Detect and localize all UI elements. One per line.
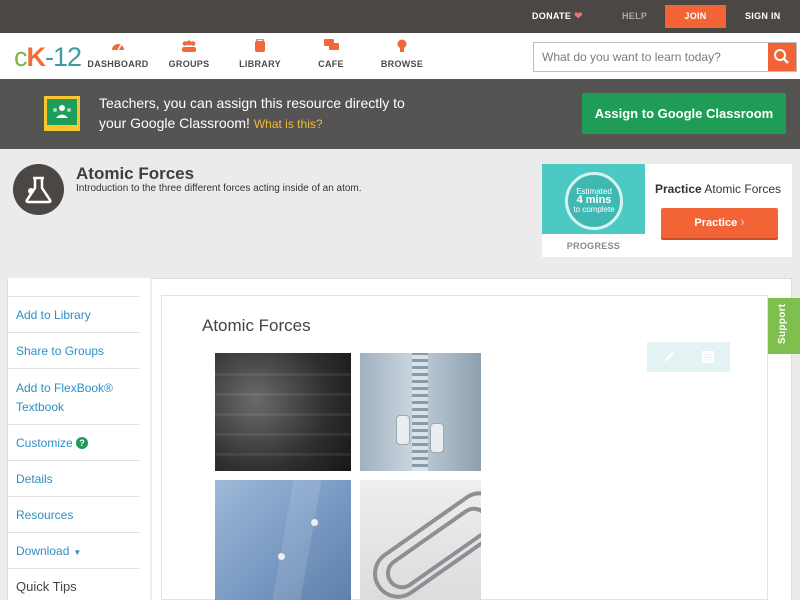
sidebar-item-download[interactable]: Download ▼: [8, 532, 139, 568]
logo-k: K: [26, 42, 46, 72]
logo-number: -12: [45, 42, 82, 72]
nav-groups-label: GROUPS: [168, 59, 210, 69]
classroom-message-line1: Teachers, you can assign this resource d…: [99, 95, 405, 111]
sidebar-item-share-to-groups[interactable]: Share to Groups: [8, 332, 139, 368]
nav-browse[interactable]: BROWSE: [367, 39, 437, 69]
sign-in-link[interactable]: SIGN IN: [745, 0, 781, 33]
support-tab[interactable]: Support: [768, 298, 800, 354]
chevron-right-icon: ›: [740, 214, 745, 229]
groups-icon: [154, 39, 224, 57]
donate-link[interactable]: DONATE ❤: [532, 0, 583, 33]
flexbook-label: Add to FlexBook®: [16, 381, 113, 395]
shirt-button-image: [215, 480, 351, 600]
practice-button-label: Practice: [694, 217, 738, 229]
sidebar-item-resources[interactable]: Resources: [8, 496, 139, 532]
help-link[interactable]: HELP: [622, 0, 647, 33]
page-subtitle: Introduction to the three different forc…: [76, 183, 362, 194]
download-label: Download: [16, 544, 70, 558]
search-box: [533, 42, 797, 72]
content-title: Atomic Forces: [202, 316, 311, 335]
classroom-message: Teachers, you can assign this resource d…: [99, 93, 559, 134]
progress-label: PROGRESS: [566, 241, 621, 251]
nav-library-label: LIBRARY: [239, 59, 281, 69]
nav-dashboard[interactable]: DASHBOARD: [83, 39, 153, 69]
zipper-image: [360, 353, 481, 471]
practice-title: Practice Atomic Forces: [655, 182, 781, 196]
notes-icon[interactable]: [700, 349, 716, 365]
nav-cafe-label: CAFE: [318, 59, 344, 69]
dashboard-icon: [83, 39, 153, 57]
what-is-this-link[interactable]: What is this?: [254, 117, 323, 131]
flask-icon: [13, 164, 64, 215]
sidebar-item-customize[interactable]: Customize ?: [8, 424, 139, 460]
practice-title-rest: Atomic Forces: [701, 182, 782, 196]
help-icon[interactable]: ?: [76, 437, 89, 449]
sidebar-divider: [150, 278, 152, 600]
nav-cafe[interactable]: CAFE: [296, 39, 366, 69]
estimate-badge: Estimated 4 mins to complete: [565, 172, 623, 230]
estimate-complete: to complete: [573, 205, 615, 214]
nav-groups[interactable]: GROUPS: [154, 39, 224, 69]
ck12-logo[interactable]: cK-12: [14, 42, 82, 73]
paper-clip-image: [360, 480, 481, 600]
nav-dashboard-label: DASHBOARD: [87, 59, 149, 69]
google-classroom-icon: [44, 96, 80, 131]
classroom-message-line2: your Google Classroom!: [99, 115, 250, 131]
join-button[interactable]: JOIN: [665, 5, 726, 28]
caret-down-icon: ▼: [73, 548, 82, 557]
velcro-image: [215, 353, 351, 471]
page-title: Atomic Forces: [76, 164, 195, 183]
cafe-icon: [296, 39, 366, 57]
sidebar-item-add-to-library[interactable]: Add to Library: [8, 296, 139, 332]
sidebar-item-details[interactable]: Details: [8, 460, 139, 496]
nav-library[interactable]: LIBRARY: [225, 38, 295, 69]
browse-icon: [367, 39, 437, 57]
top-utility-bar: DONATE ❤ HELP JOIN SIGN IN: [0, 0, 800, 33]
search-input[interactable]: [534, 43, 769, 71]
pencil-icon[interactable]: [661, 349, 677, 365]
search-icon: [774, 49, 789, 64]
progress-illustration: Estimated 4 mins to complete: [542, 164, 645, 234]
support-label: Support: [777, 303, 788, 344]
flexbook-label-2: Textbook: [16, 400, 65, 414]
customize-label: Customize: [16, 436, 73, 450]
library-icon: [225, 38, 295, 57]
practice-card: Estimated 4 mins to complete PROGRESS Pr…: [542, 164, 792, 257]
main-navbar: cK-12 DASHBOARD GROUPS LIBRARY CAFE BROW…: [0, 33, 800, 79]
practice-button[interactable]: Practice ›: [661, 208, 778, 238]
assign-to-google-classroom-button[interactable]: Assign to Google Classroom: [582, 93, 786, 134]
nav-browse-label: BROWSE: [380, 59, 424, 69]
practice-title-bold: Practice: [655, 182, 702, 196]
donate-label: DONATE: [532, 11, 572, 21]
heart-icon: ❤: [574, 11, 583, 22]
search-button[interactable]: [768, 43, 796, 71]
logo-c: c: [14, 42, 27, 72]
sidebar-item-add-to-flexbook[interactable]: Add to FlexBook® Textbook: [8, 368, 139, 424]
annotation-toolbar: [647, 342, 730, 372]
sidebar-item-quick-tips[interactable]: Quick Tips: [8, 568, 139, 600]
